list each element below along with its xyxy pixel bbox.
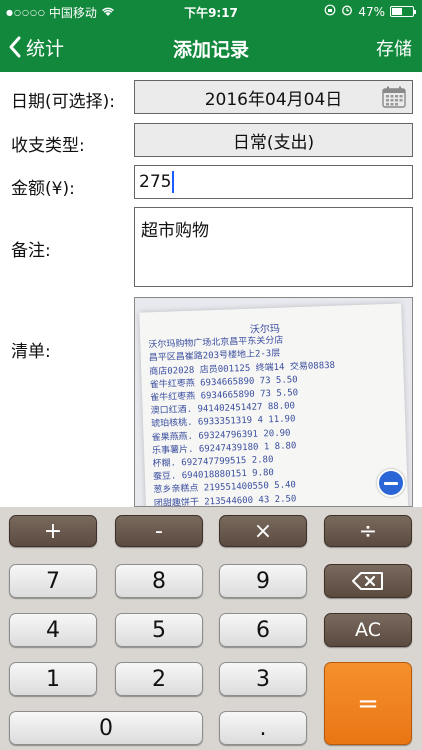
list-label: 清单:: [11, 342, 51, 362]
clear-all-key[interactable]: AC: [324, 613, 412, 647]
navigation-bar: 统计 添加记录 存储: [0, 22, 422, 72]
battery-fill: [392, 8, 403, 15]
digit-0-key[interactable]: 0: [9, 711, 203, 745]
date-label: 日期(可选择):: [11, 92, 115, 112]
backspace-key[interactable]: [324, 564, 412, 598]
digit-2-key[interactable]: 2: [115, 662, 203, 696]
text-caret: [172, 171, 175, 193]
type-value: 日常(支出): [232, 132, 315, 153]
digit-5-key[interactable]: 5: [115, 613, 203, 647]
save-button[interactable]: 存储: [376, 35, 412, 61]
receipt-photo[interactable]: 沃尔玛 沃尔玛购物广场北京昌平东关分店 昌平区昌崔路203号楼地上2-3层 商店020…: [134, 297, 413, 507]
remove-photo-button[interactable]: [377, 469, 405, 497]
amount-value: 275: [139, 172, 172, 192]
digit-1-key[interactable]: 1: [9, 662, 97, 696]
receipt-paper: 沃尔玛 沃尔玛购物广场北京昌平东关分店 昌平区昌崔路203号楼地上2-3层 商店020…: [139, 303, 409, 506]
battery-icon: [390, 6, 416, 17]
date-picker-field[interactable]: 2016年04月04日: [134, 80, 413, 114]
status-bar: ●○○○○ 中国移动 下午9:17 47%: [0, 0, 422, 22]
minus-key[interactable]: -: [115, 515, 203, 547]
note-textarea[interactable]: 超市购物: [134, 207, 413, 287]
digit-6-key[interactable]: 6: [219, 613, 307, 647]
digit-9-key[interactable]: 9: [219, 564, 307, 598]
digit-7-key[interactable]: 7: [9, 564, 97, 598]
digit-3-key[interactable]: 3: [219, 662, 307, 696]
calculator-keypad: + - × ÷ 7 8 9 4 5 6 AC 1 2 3 = 0 .: [0, 507, 422, 750]
plus-key[interactable]: +: [9, 515, 97, 547]
calendar-icon[interactable]: [382, 86, 406, 108]
alarm-icon: [341, 4, 353, 19]
backspace-icon: [352, 572, 383, 590]
multiply-key[interactable]: ×: [219, 515, 307, 547]
amount-input[interactable]: 275: [134, 165, 413, 199]
type-label: 收支类型:: [11, 136, 85, 156]
date-value: 2016年04月04日: [204, 89, 343, 110]
page-title: 添加记录: [172, 39, 249, 61]
battery-percent: 47%: [358, 4, 385, 19]
decimal-point-key[interactable]: .: [219, 711, 307, 745]
note-value: 超市购物: [141, 221, 209, 241]
divide-key[interactable]: ÷: [324, 515, 412, 547]
amount-label: 金额(¥):: [11, 179, 75, 199]
digit-4-key[interactable]: 4: [9, 613, 97, 647]
equals-key[interactable]: =: [324, 662, 412, 745]
orientation-lock-icon: [324, 4, 336, 19]
note-label: 备注:: [11, 241, 51, 261]
digit-8-key[interactable]: 8: [115, 564, 203, 598]
type-select-field[interactable]: 日常(支出): [134, 123, 413, 157]
